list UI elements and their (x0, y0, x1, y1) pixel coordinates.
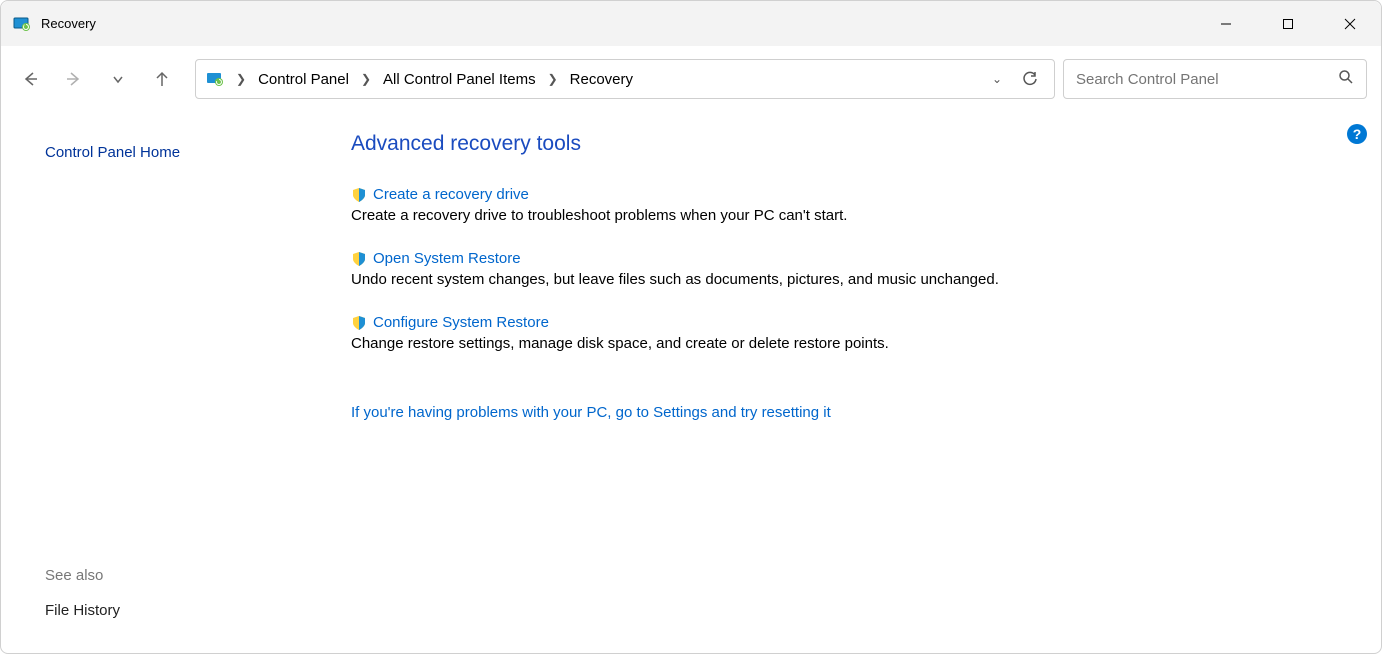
shield-icon (351, 315, 367, 331)
shield-icon (351, 251, 367, 267)
recovery-icon (13, 15, 31, 33)
main-content: Advanced recovery tools Create a recover… (311, 112, 1367, 639)
up-button[interactable] (145, 62, 179, 96)
titlebar: Recovery (1, 1, 1381, 46)
address-bar[interactable]: ❯ Control Panel ❯ All Control Panel Item… (195, 59, 1055, 99)
tool-configure-system-restore: Configure System Restore Change restore … (351, 314, 1337, 352)
minimize-button[interactable] (1195, 1, 1257, 46)
page-heading: Advanced recovery tools (351, 132, 1337, 156)
chevron-right-icon[interactable]: ❯ (544, 72, 562, 86)
see-also-label: See also (45, 567, 291, 584)
tool-description: Change restore settings, manage disk spa… (351, 335, 1337, 352)
breadcrumbs: ❯ Control Panel ❯ All Control Panel Item… (232, 69, 637, 90)
sidebar: Control Panel Home See also File History (15, 112, 311, 639)
create-recovery-drive-link[interactable]: Create a recovery drive (373, 186, 529, 203)
chevron-right-icon[interactable]: ❯ (232, 72, 250, 86)
tool-description: Create a recovery drive to troubleshoot … (351, 207, 1337, 224)
nav-buttons (13, 62, 179, 96)
window-title: Recovery (41, 16, 96, 31)
open-system-restore-link[interactable]: Open System Restore (373, 250, 521, 267)
recent-dropdown[interactable] (101, 62, 135, 96)
search-icon[interactable] (1338, 69, 1354, 90)
nav-row: ❯ Control Panel ❯ All Control Panel Item… (1, 46, 1381, 112)
control-panel-home-link[interactable]: Control Panel Home (45, 144, 291, 161)
close-button[interactable] (1319, 1, 1381, 46)
shield-icon (351, 187, 367, 203)
tool-description: Undo recent system changes, but leave fi… (351, 271, 1337, 288)
settings-reset-link[interactable]: If you're having problems with your PC, … (351, 404, 831, 421)
search-box[interactable] (1063, 59, 1367, 99)
breadcrumb-control-panel[interactable]: Control Panel (254, 69, 353, 90)
refresh-button[interactable] (1016, 65, 1044, 93)
chevron-down-icon[interactable]: ⌄ (986, 72, 1008, 86)
tool-open-system-restore: Open System Restore Undo recent system c… (351, 250, 1337, 288)
recovery-icon (206, 70, 224, 88)
tool-create-recovery-drive: Create a recovery drive Create a recover… (351, 186, 1337, 224)
breadcrumb-recovery[interactable]: Recovery (566, 69, 637, 90)
file-history-link[interactable]: File History (45, 602, 291, 619)
breadcrumb-all-items[interactable]: All Control Panel Items (379, 69, 540, 90)
search-input[interactable] (1076, 71, 1338, 88)
forward-button[interactable] (57, 62, 91, 96)
window-frame: Recovery ❯ Control Panel ❯ All Control P… (0, 0, 1382, 654)
back-button[interactable] (13, 62, 47, 96)
maximize-button[interactable] (1257, 1, 1319, 46)
chevron-right-icon[interactable]: ❯ (357, 72, 375, 86)
body: ? Control Panel Home See also File Histo… (15, 112, 1367, 639)
configure-system-restore-link[interactable]: Configure System Restore (373, 314, 549, 331)
